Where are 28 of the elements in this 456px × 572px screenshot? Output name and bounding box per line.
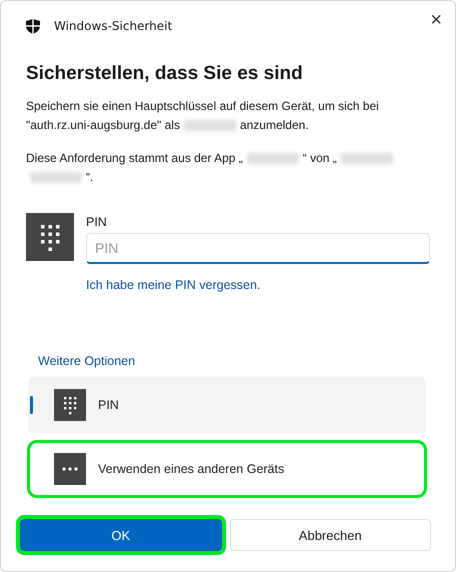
blurred-text xyxy=(30,172,82,183)
dialog-button[interactable]: Abbrechen xyxy=(230,519,431,551)
close-button[interactable]: × xyxy=(428,10,444,30)
more-icon xyxy=(54,453,86,485)
selection-indicator xyxy=(30,396,33,414)
body-text: "auth.rz.uni-augsburg.de" als xyxy=(26,117,180,134)
blurred-text xyxy=(184,120,236,131)
option-label: Verwenden eines anderen Geräts xyxy=(98,462,284,476)
body-text: anzumelden. xyxy=(240,117,309,134)
keypad-icon xyxy=(26,213,74,261)
keypad-icon xyxy=(54,389,86,421)
dialog-heading: Sicherstellen, dass Sie es sind xyxy=(26,63,304,85)
window-title: Windows-Sicherheit xyxy=(54,19,174,33)
body-text: “. xyxy=(86,169,94,186)
body-text: Speichern sie einen Hauptschlüssel auf diesem Gerät, um sich bei xyxy=(26,98,379,115)
field-label: PIN xyxy=(86,215,107,229)
forgot-pin-link[interactable]: Ich habe meine PIN vergessen. xyxy=(86,278,260,292)
body-text: Diese Anforderung stammt aus der App „ xyxy=(26,150,243,167)
pin-field[interactable]: PIN xyxy=(86,233,430,264)
dialog-button[interactable]: OK xyxy=(20,519,222,551)
body-text: “ von „ xyxy=(302,150,337,167)
blurred-text xyxy=(340,153,393,164)
shield-icon xyxy=(26,18,40,34)
option-label: PIN xyxy=(98,398,119,412)
option-item[interactable]: PIN xyxy=(28,377,426,433)
more-options-link[interactable]: Weitere Optionen xyxy=(38,354,136,368)
blurred-text xyxy=(246,153,299,164)
option-item[interactable]: Verwenden eines anderen Geräts xyxy=(28,441,426,497)
